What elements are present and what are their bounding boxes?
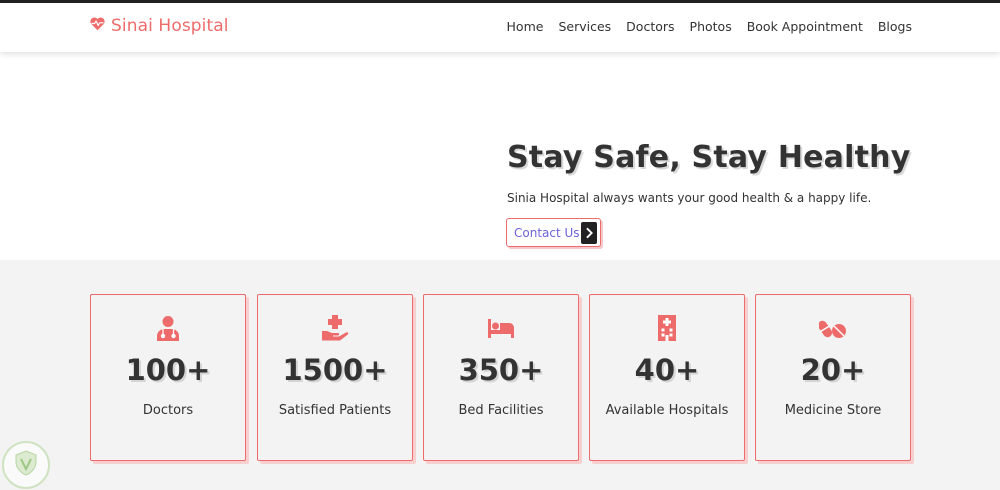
- doctor-icon: [91, 313, 245, 343]
- nav-book-appointment[interactable]: Book Appointment: [747, 19, 863, 34]
- nav-home[interactable]: Home: [507, 19, 544, 34]
- stat-card-medicine: 20+ Medicine Store: [755, 294, 911, 461]
- hero-section: Stay Safe, Stay Healthy Sinia Hospital a…: [0, 52, 1000, 260]
- stat-value: 1500+: [282, 353, 388, 387]
- brand-name: Sinai Hospital: [111, 15, 229, 36]
- navbar: Sinai Hospital Home Services Doctors Pho…: [0, 3, 1000, 52]
- nav-services[interactable]: Services: [558, 19, 611, 34]
- contact-us-label: Contact Us: [514, 225, 580, 240]
- stats-section: 100+ Doctors 1500+ Satisfied Patients 35…: [0, 260, 1000, 490]
- hero-subtitle: Sinia Hospital always wants your good he…: [507, 191, 872, 205]
- nav-blogs[interactable]: Blogs: [878, 19, 912, 34]
- hand-medical-icon: [258, 313, 412, 343]
- stat-label: Satisfied Patients: [278, 403, 392, 418]
- stat-label: Bed Facilities: [458, 403, 544, 418]
- brand-logo[interactable]: Sinai Hospital: [89, 15, 229, 36]
- nav-photos[interactable]: Photos: [690, 19, 732, 34]
- stat-card-hospitals: 40+ Available Hospitals: [589, 294, 745, 461]
- stat-card-doctors: 100+ Doctors: [90, 294, 246, 461]
- nav-doctors[interactable]: Doctors: [626, 19, 674, 34]
- heart-pulse-icon: [89, 15, 106, 36]
- stat-card-patients: 1500+ Satisfied Patients: [257, 294, 413, 461]
- stat-label: Doctors: [142, 403, 194, 418]
- stat-label: Medicine Store: [784, 403, 882, 418]
- pills-icon: [756, 313, 910, 343]
- corner-badge: [2, 441, 50, 489]
- stat-value: 40+: [634, 353, 700, 387]
- contact-us-button[interactable]: Contact Us: [506, 218, 601, 247]
- stat-value: 20+: [800, 353, 866, 387]
- chevron-right-icon: [581, 221, 597, 244]
- stat-label: Available Hospitals: [605, 403, 729, 418]
- stat-value: 350+: [458, 353, 544, 387]
- stat-value: 100+: [125, 353, 211, 387]
- bed-icon: [424, 313, 578, 343]
- shield-icon: [11, 448, 41, 482]
- hospital-building-icon: [590, 313, 744, 343]
- main-nav: Home Services Doctors Photos Book Appoin…: [507, 19, 912, 34]
- hero-title: Stay Safe, Stay Healthy: [507, 140, 911, 175]
- stat-card-beds: 350+ Bed Facilities: [423, 294, 579, 461]
